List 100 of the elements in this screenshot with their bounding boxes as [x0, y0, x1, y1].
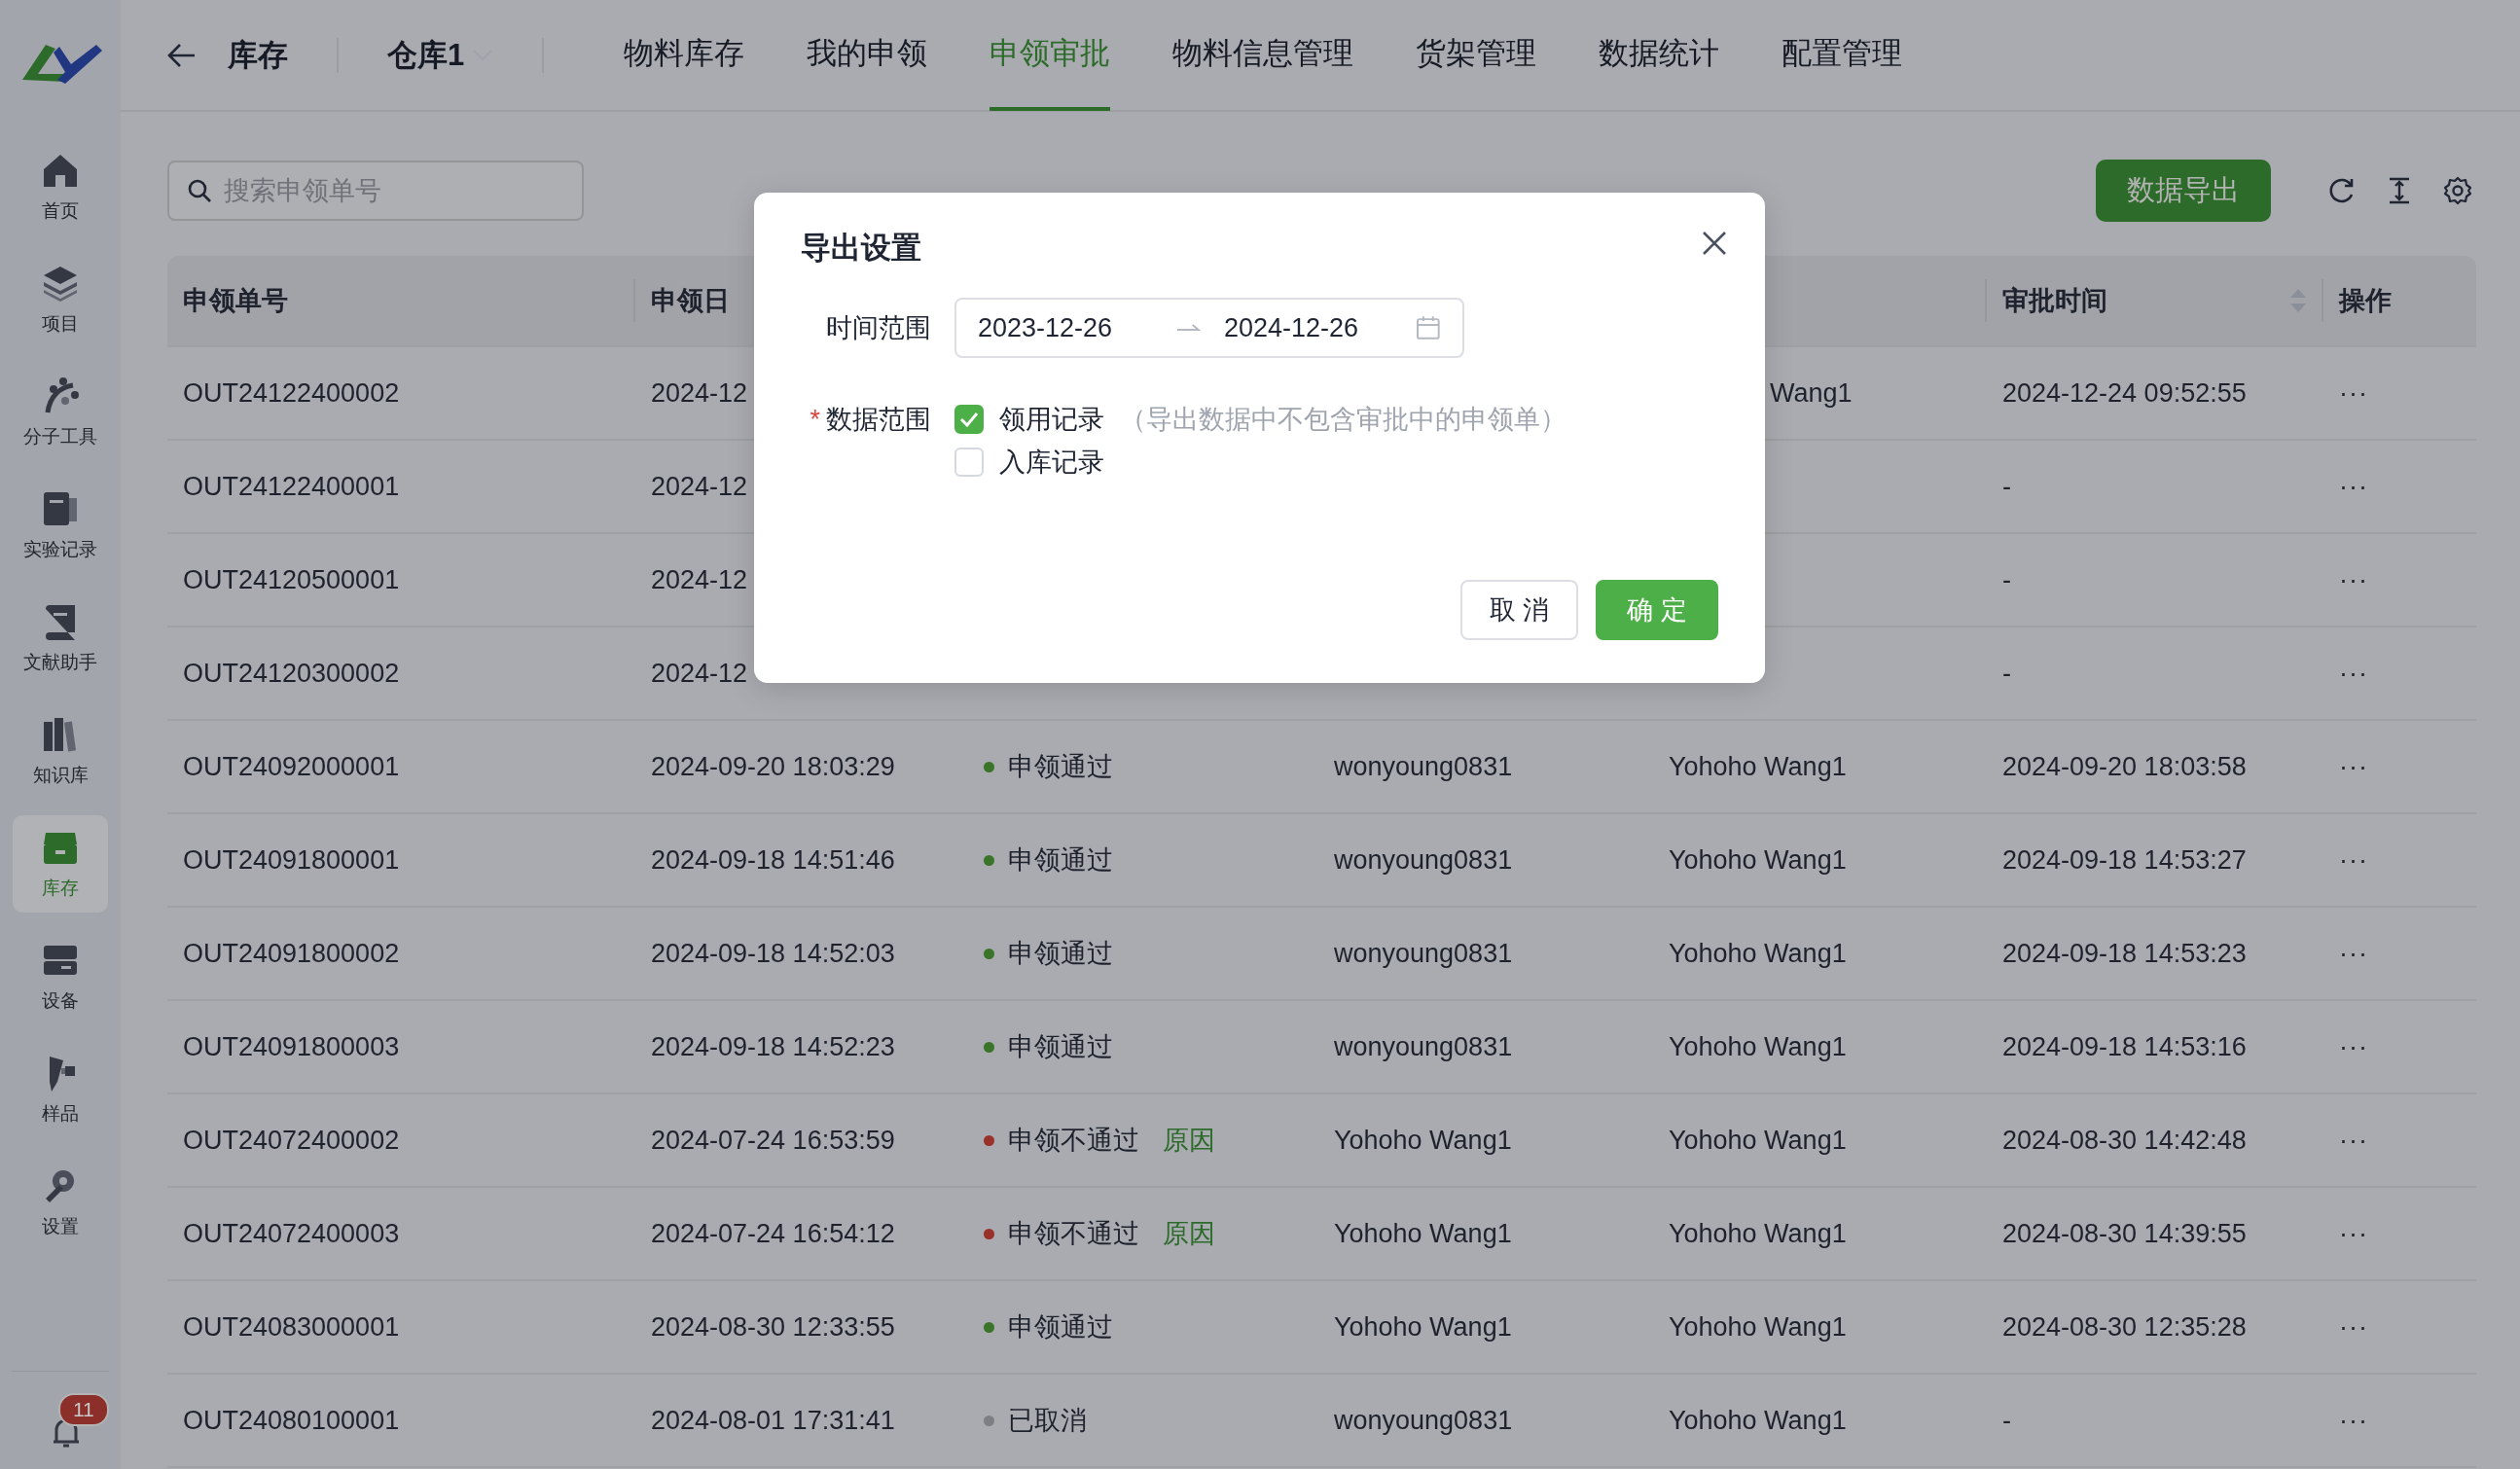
table-cell: 2024-09-18 14:52:23 [651, 1031, 895, 1062]
nav-tab[interactable]: 我的申领 [775, 0, 959, 111]
more-button[interactable]: ··· [2339, 377, 2368, 409]
sidebar-item[interactable]: 文献助手 [13, 590, 108, 687]
table-cell: OUT24122400002 [183, 377, 400, 409]
more-button[interactable]: ··· [2339, 1405, 2368, 1436]
more-button[interactable]: ··· [2339, 1311, 2368, 1343]
table-cell: Yohoho Wang1 [1334, 1218, 1512, 1249]
more-button[interactable]: ··· [2339, 1125, 2368, 1156]
more-button[interactable]: ··· [2339, 658, 2368, 689]
table-cell: - [2002, 1405, 2011, 1436]
status-label: 申领不通过 [1008, 1218, 1139, 1250]
more-button[interactable]: ··· [2339, 564, 2368, 595]
table-cell: - [2002, 471, 2011, 502]
status-label: 已取消 [1008, 1405, 1087, 1437]
table-cell: OUT24083000001 [183, 1311, 400, 1343]
sidebar-item[interactable]: 分子工具 [13, 364, 108, 461]
cancel-button[interactable]: 取 消 [1459, 580, 1579, 640]
table-cell: Yohoho Wang1 [1334, 1311, 1512, 1343]
sidebar-item[interactable]: 项目 [13, 251, 108, 348]
notification-badge: 11 [58, 1393, 109, 1426]
date-range-field[interactable]: 2023-12-26 2024-12-26 [954, 298, 1464, 358]
sidebar-item[interactable]: 设置 [13, 1154, 108, 1251]
table-cell: - [2002, 658, 2011, 689]
nav-tab[interactable]: 数据统计 [1567, 0, 1751, 111]
column-header: 审批时间 [2002, 285, 2107, 317]
table-cell: Yohoho Wang1 [1669, 1031, 1847, 1062]
table-cell: Yohoho Wang1 [1669, 938, 1847, 969]
page-title: 库存 [228, 36, 288, 74]
sidebar-item[interactable]: 设备 [13, 928, 108, 1025]
table-cell: 2024-09-20 18:03:29 [651, 751, 895, 782]
table-cell: 2024-08-01 17:31:41 [651, 1405, 895, 1436]
field-label: 时间范围 [826, 312, 931, 344]
checkmark-icon [959, 412, 979, 427]
field-label: 数据范围 [826, 404, 931, 436]
table-cell: Yohoho Wang1 [1669, 1405, 1847, 1436]
checkbox-label: 领用记录 [999, 404, 1104, 436]
search-field[interactable]: 搜索申领单号 [167, 161, 584, 221]
table-cell: OUT24091800002 [183, 938, 400, 969]
more-button[interactable]: ··· [2339, 471, 2368, 502]
sidebar-item[interactable]: 实验记录 [13, 477, 108, 574]
table-cell: Yohoho Wang1 [1334, 1125, 1512, 1156]
required-mark: * [810, 404, 820, 436]
table-cell: OUT24122400001 [183, 471, 400, 502]
table-cell: 2024-12 [651, 658, 748, 689]
table-cell: OUT24092000001 [183, 751, 400, 782]
status-label: 申领通过 [1008, 844, 1113, 877]
table-cell: 2024-08-30 12:33:55 [651, 1311, 895, 1343]
table-cell: Yohoho Wang1 [1669, 1311, 1847, 1343]
table-cell: 2024-08-30 14:42:48 [2002, 1125, 2247, 1156]
more-button[interactable]: ··· [2339, 751, 2368, 782]
table-cell: OUT24072400002 [183, 1125, 400, 1156]
table-cell: 2024-12 [651, 471, 748, 502]
start-date: 2023-12-26 [978, 312, 1114, 343]
status-label: 申领通过 [1008, 751, 1113, 783]
table-cell: Yohoho Wang1 [1669, 751, 1847, 782]
table-cell: 2024-08-30 14:39:55 [2002, 1218, 2247, 1249]
nav-tab[interactable]: 物料库存 [593, 0, 776, 111]
sidebar-item[interactable]: 首页 [13, 138, 108, 235]
table-cell: OUT24091800001 [183, 844, 400, 876]
table-cell: 2024-12 [651, 564, 748, 595]
column-header: 操作 [2339, 285, 2392, 317]
more-button[interactable]: ··· [2339, 1218, 2368, 1249]
table-cell: 2024-09-18 14:53:23 [2002, 938, 2247, 969]
nav-tab[interactable]: 配置管理 [1750, 0, 1934, 111]
table-cell: 2024-09-20 18:03:58 [2002, 751, 2247, 782]
close-button[interactable] [1701, 230, 1728, 257]
nav-tab[interactable]: 物料信息管理 [1141, 0, 1386, 111]
table-cell: 2024-09-18 14:52:03 [651, 938, 895, 969]
table-cell: Yohoho Wang1 [1669, 1125, 1847, 1156]
table-cell: Yohoho Wang1 [1669, 844, 1847, 876]
warehouse-dropdown[interactable]: 仓库1 [387, 34, 494, 76]
more-button[interactable]: ··· [2339, 938, 2368, 969]
sidebar-item[interactable]: 知识库 [13, 702, 108, 800]
checkbox-label: 入库记录 [999, 447, 1104, 479]
column-header: 申领单号 [183, 285, 288, 317]
table-cell-text: Wang1 [1769, 377, 1853, 409]
table-cell: wonyoung0831 [1334, 844, 1513, 876]
table-cell: wonyoung0831 [1334, 1031, 1513, 1062]
sidebar-item[interactable]: 样品 [13, 1041, 108, 1138]
settings-icon[interactable] [2442, 175, 2473, 206]
table-cell: OUT24120300002 [183, 658, 400, 689]
search-icon [187, 178, 212, 203]
table-cell: wonyoung0831 [1334, 1405, 1513, 1436]
table-cell: 2024-09-18 14:53:27 [2002, 844, 2247, 876]
checkbox[interactable] [954, 405, 984, 434]
table-cell: 2024-07-24 16:53:59 [651, 1125, 895, 1156]
more-button[interactable]: ··· [2339, 844, 2368, 876]
table-cell: 2024-12-24 09:52:55 [2002, 377, 2247, 409]
status-label: 申领通过 [1008, 1031, 1113, 1063]
calendar-icon [1416, 315, 1441, 340]
status-label: 申领通过 [1008, 1311, 1113, 1344]
table-cell: wonyoung0831 [1334, 938, 1513, 969]
dialog-title: 导出设置 [801, 230, 921, 267]
more-button[interactable]: ··· [2339, 1031, 2368, 1062]
table-cell: 2024-09-18 14:53:16 [2002, 1031, 2247, 1062]
nav-tab[interactable]: 货架管理 [1385, 0, 1568, 111]
table-cell: 2024-07-24 16:54:12 [651, 1218, 895, 1249]
status-label: 申领通过 [1008, 938, 1113, 970]
end-date: 2024-12-26 [1224, 312, 1360, 343]
